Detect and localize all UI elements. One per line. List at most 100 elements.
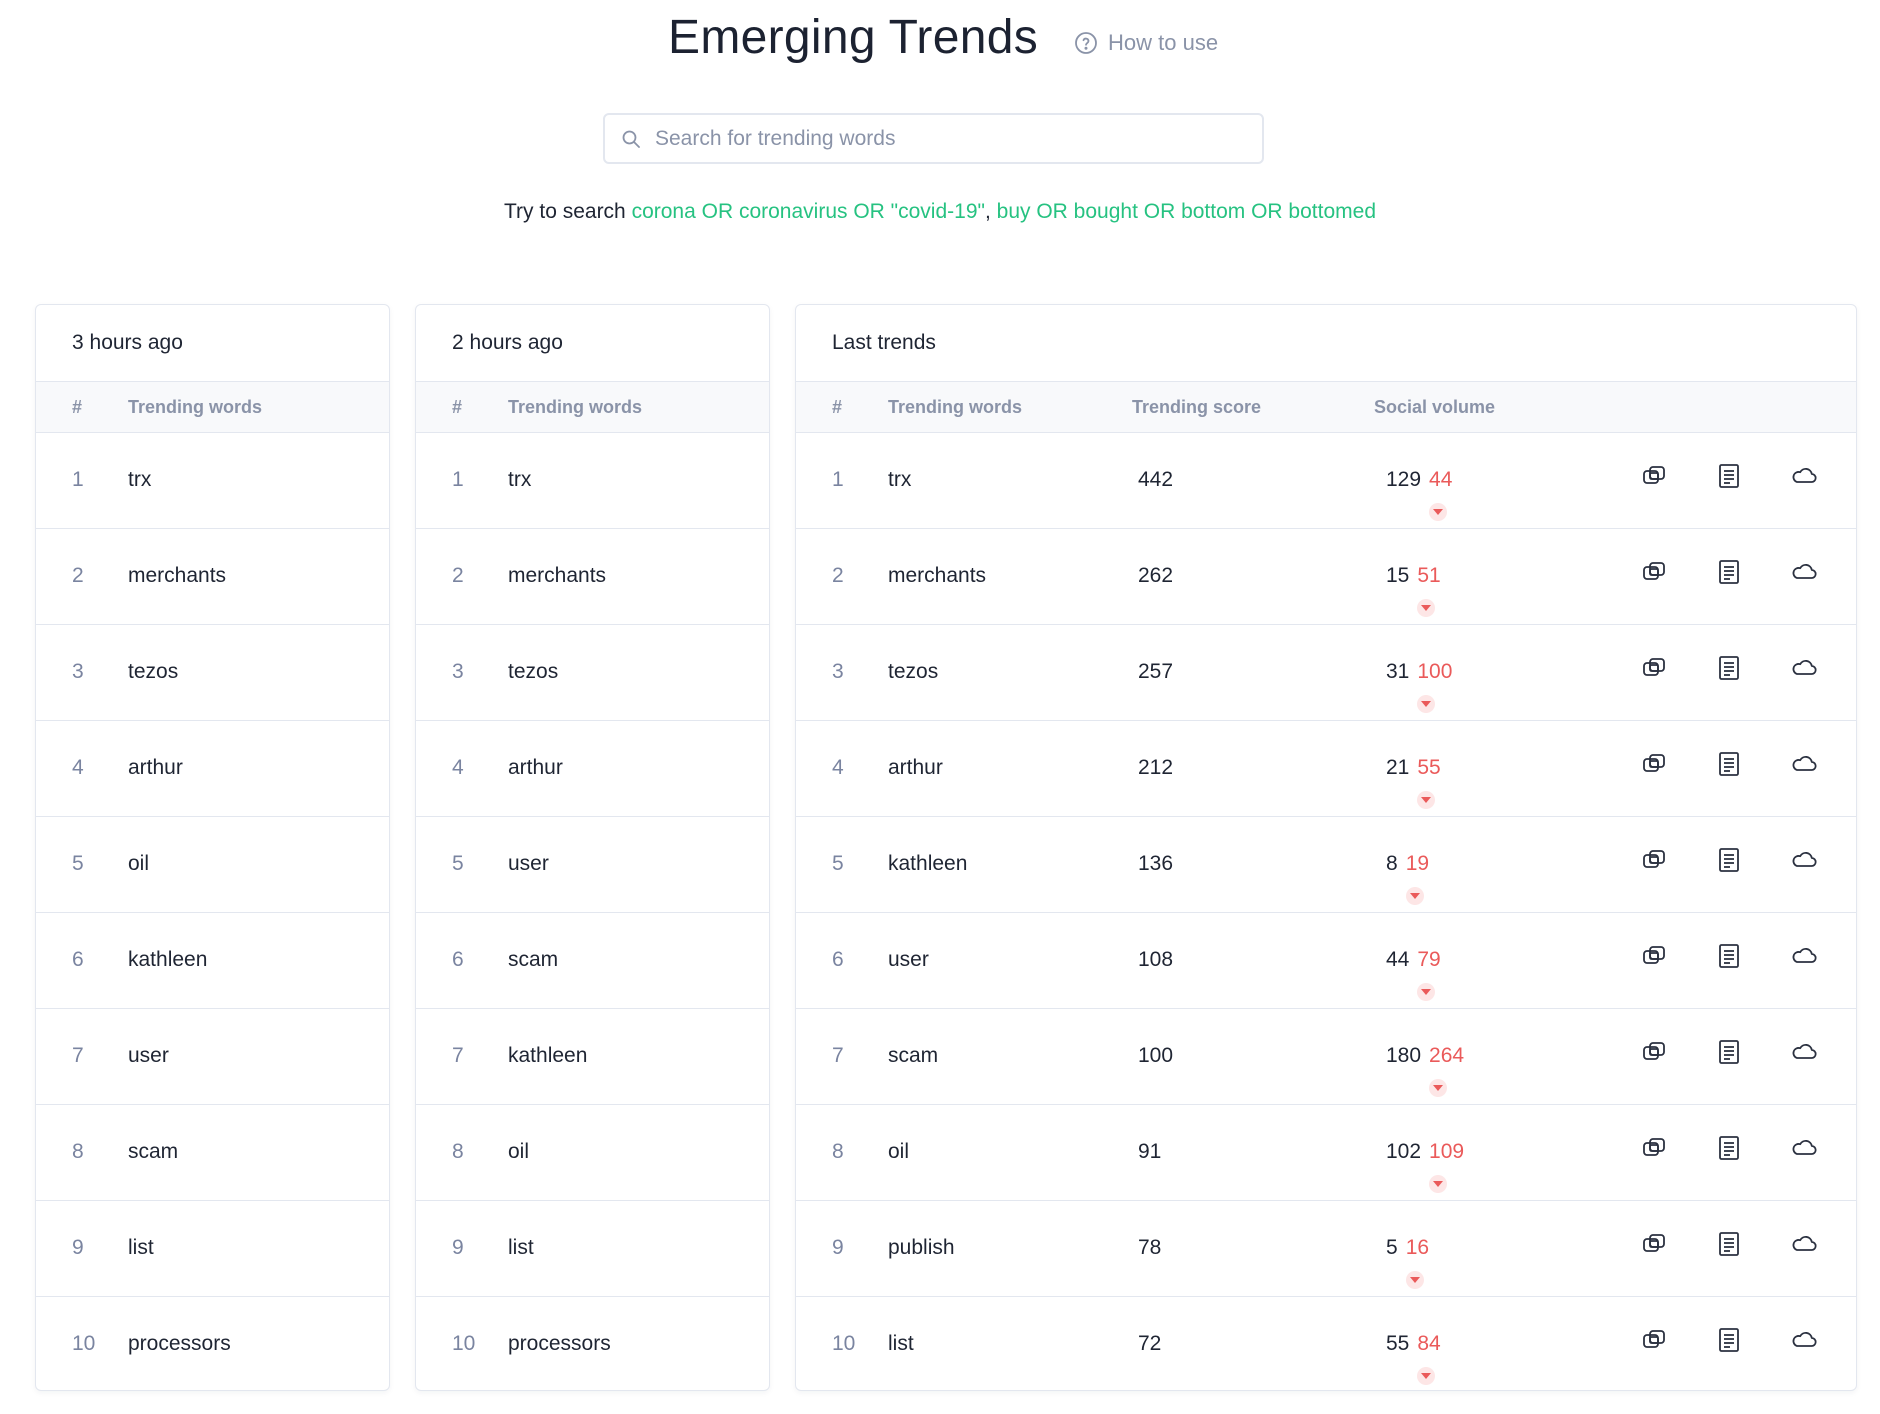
volume-change-value: 44 bbox=[1429, 468, 1453, 491]
volume-change: 84 bbox=[1417, 1332, 1441, 1385]
panel-title: 2 hours ago bbox=[416, 305, 769, 382]
how-to-use-link[interactable]: How to use bbox=[1074, 30, 1218, 56]
trending-score-cell: 91 bbox=[1138, 1140, 1162, 1163]
word-cell[interactable]: user bbox=[888, 948, 929, 972]
word-cell[interactable]: arthur bbox=[888, 756, 943, 780]
compare-button[interactable] bbox=[1639, 749, 1669, 779]
word-cloud-icon bbox=[1790, 1134, 1818, 1162]
word-cell[interactable]: list bbox=[888, 1332, 914, 1356]
news-button[interactable] bbox=[1714, 749, 1744, 779]
rank-cell: 1 bbox=[452, 468, 464, 491]
trending-score-cell: 262 bbox=[1138, 564, 1174, 587]
volume-change-value: 55 bbox=[1417, 756, 1441, 779]
word-cell[interactable]: trx bbox=[128, 468, 151, 492]
news-button[interactable] bbox=[1714, 557, 1744, 587]
word-cloud-button[interactable] bbox=[1789, 1325, 1819, 1355]
word-cell[interactable]: trx bbox=[508, 468, 531, 492]
rank-cell: 10 bbox=[832, 1332, 856, 1355]
compare-button[interactable] bbox=[1639, 1133, 1669, 1163]
word-cloud-button[interactable] bbox=[1789, 1229, 1819, 1259]
search-input[interactable] bbox=[655, 126, 1235, 151]
news-button[interactable] bbox=[1714, 1325, 1744, 1355]
last-trends-panel: Last trends # Trending words Trending sc… bbox=[795, 304, 1857, 1391]
word-cloud-button[interactable] bbox=[1789, 845, 1819, 875]
compare-button[interactable] bbox=[1639, 1325, 1669, 1355]
column-header-word: Trending words bbox=[508, 397, 643, 417]
suggestion-link-corona[interactable]: corona OR coronavirus OR "covid-19" bbox=[632, 200, 985, 223]
word-cell[interactable]: kathleen bbox=[508, 1044, 587, 1068]
compare-button[interactable] bbox=[1639, 1037, 1669, 1067]
news-icon bbox=[1715, 654, 1743, 682]
news-button[interactable] bbox=[1714, 461, 1744, 491]
word-cell[interactable]: list bbox=[128, 1236, 154, 1260]
word-cell[interactable]: processors bbox=[508, 1332, 611, 1356]
table-header: # Trending words Trending score Social v… bbox=[796, 382, 1856, 433]
social-volume-value: 8 bbox=[1386, 852, 1398, 875]
word-cell[interactable]: processors bbox=[128, 1332, 231, 1356]
rank-cell: 2 bbox=[72, 564, 84, 587]
search-box[interactable] bbox=[603, 113, 1264, 164]
word-cell[interactable]: oil bbox=[888, 1140, 909, 1164]
news-button[interactable] bbox=[1714, 1133, 1744, 1163]
word-cell[interactable]: merchants bbox=[508, 564, 606, 588]
compare-button[interactable] bbox=[1639, 653, 1669, 683]
word-cell[interactable]: scam bbox=[888, 1044, 938, 1068]
compare-button[interactable] bbox=[1639, 941, 1669, 971]
word-cell[interactable]: scam bbox=[508, 948, 558, 972]
trending-score-cell: 72 bbox=[1138, 1332, 1162, 1355]
word-cloud-button[interactable] bbox=[1789, 1133, 1819, 1163]
compare-button[interactable] bbox=[1639, 845, 1669, 875]
word-cloud-button[interactable] bbox=[1789, 749, 1819, 779]
word-cloud-button[interactable] bbox=[1789, 653, 1819, 683]
word-cloud-button[interactable] bbox=[1789, 461, 1819, 491]
compare-button[interactable] bbox=[1639, 557, 1669, 587]
word-cell[interactable]: publish bbox=[888, 1236, 955, 1260]
social-volume-value: 44 bbox=[1386, 948, 1410, 971]
word-cell[interactable]: user bbox=[128, 1044, 169, 1068]
word-cell[interactable]: arthur bbox=[128, 756, 183, 780]
word-cell[interactable]: tezos bbox=[508, 660, 558, 684]
trending-score-cell: 78 bbox=[1138, 1236, 1162, 1259]
word-cell[interactable]: kathleen bbox=[128, 948, 207, 972]
word-cell[interactable]: oil bbox=[128, 852, 149, 876]
word-cell[interactable]: kathleen bbox=[888, 852, 967, 876]
word-cloud-button[interactable] bbox=[1789, 557, 1819, 587]
table-row: 7 user bbox=[36, 1009, 389, 1105]
word-cell[interactable]: arthur bbox=[508, 756, 563, 780]
word-cell[interactable]: tezos bbox=[888, 660, 938, 684]
trending-score-cell: 212 bbox=[1138, 756, 1174, 779]
word-cell[interactable]: merchants bbox=[888, 564, 986, 588]
rank-cell: 8 bbox=[72, 1140, 84, 1163]
table-row: 5 user bbox=[416, 817, 769, 913]
word-cell[interactable]: tezos bbox=[128, 660, 178, 684]
word-cloud-button[interactable] bbox=[1789, 941, 1819, 971]
table-header: # Trending words bbox=[36, 382, 389, 433]
row-actions bbox=[1639, 1325, 1819, 1355]
news-button[interactable] bbox=[1714, 1037, 1744, 1067]
word-cell[interactable]: user bbox=[508, 852, 549, 876]
table-row: 5 kathleen 136 8 19 bbox=[796, 817, 1856, 913]
word-cell[interactable]: oil bbox=[508, 1140, 529, 1164]
row-actions bbox=[1639, 941, 1819, 971]
news-button[interactable] bbox=[1714, 1229, 1744, 1259]
word-cloud-icon bbox=[1790, 654, 1818, 682]
compare-icon bbox=[1640, 942, 1668, 970]
word-cell[interactable]: trx bbox=[888, 468, 911, 492]
compare-button[interactable] bbox=[1639, 461, 1669, 491]
news-button[interactable] bbox=[1714, 845, 1744, 875]
question-circle-icon bbox=[1075, 32, 1097, 54]
table-row: 2 merchants bbox=[416, 529, 769, 625]
column-header-social-volume: Social volume bbox=[1374, 397, 1496, 417]
suggestion-link-buy[interactable]: buy OR bought OR bottom OR bottomed bbox=[997, 200, 1376, 223]
compare-icon bbox=[1640, 1134, 1668, 1162]
word-cell[interactable]: list bbox=[508, 1236, 534, 1260]
rank-cell: 5 bbox=[832, 852, 844, 875]
word-cell[interactable]: merchants bbox=[128, 564, 226, 588]
news-button[interactable] bbox=[1714, 941, 1744, 971]
news-button[interactable] bbox=[1714, 653, 1744, 683]
volume-change: 19 bbox=[1405, 852, 1429, 905]
word-cell[interactable]: scam bbox=[128, 1140, 178, 1164]
compare-button[interactable] bbox=[1639, 1229, 1669, 1259]
table-row: 7 scam 100 180 264 bbox=[796, 1009, 1856, 1105]
word-cloud-button[interactable] bbox=[1789, 1037, 1819, 1067]
